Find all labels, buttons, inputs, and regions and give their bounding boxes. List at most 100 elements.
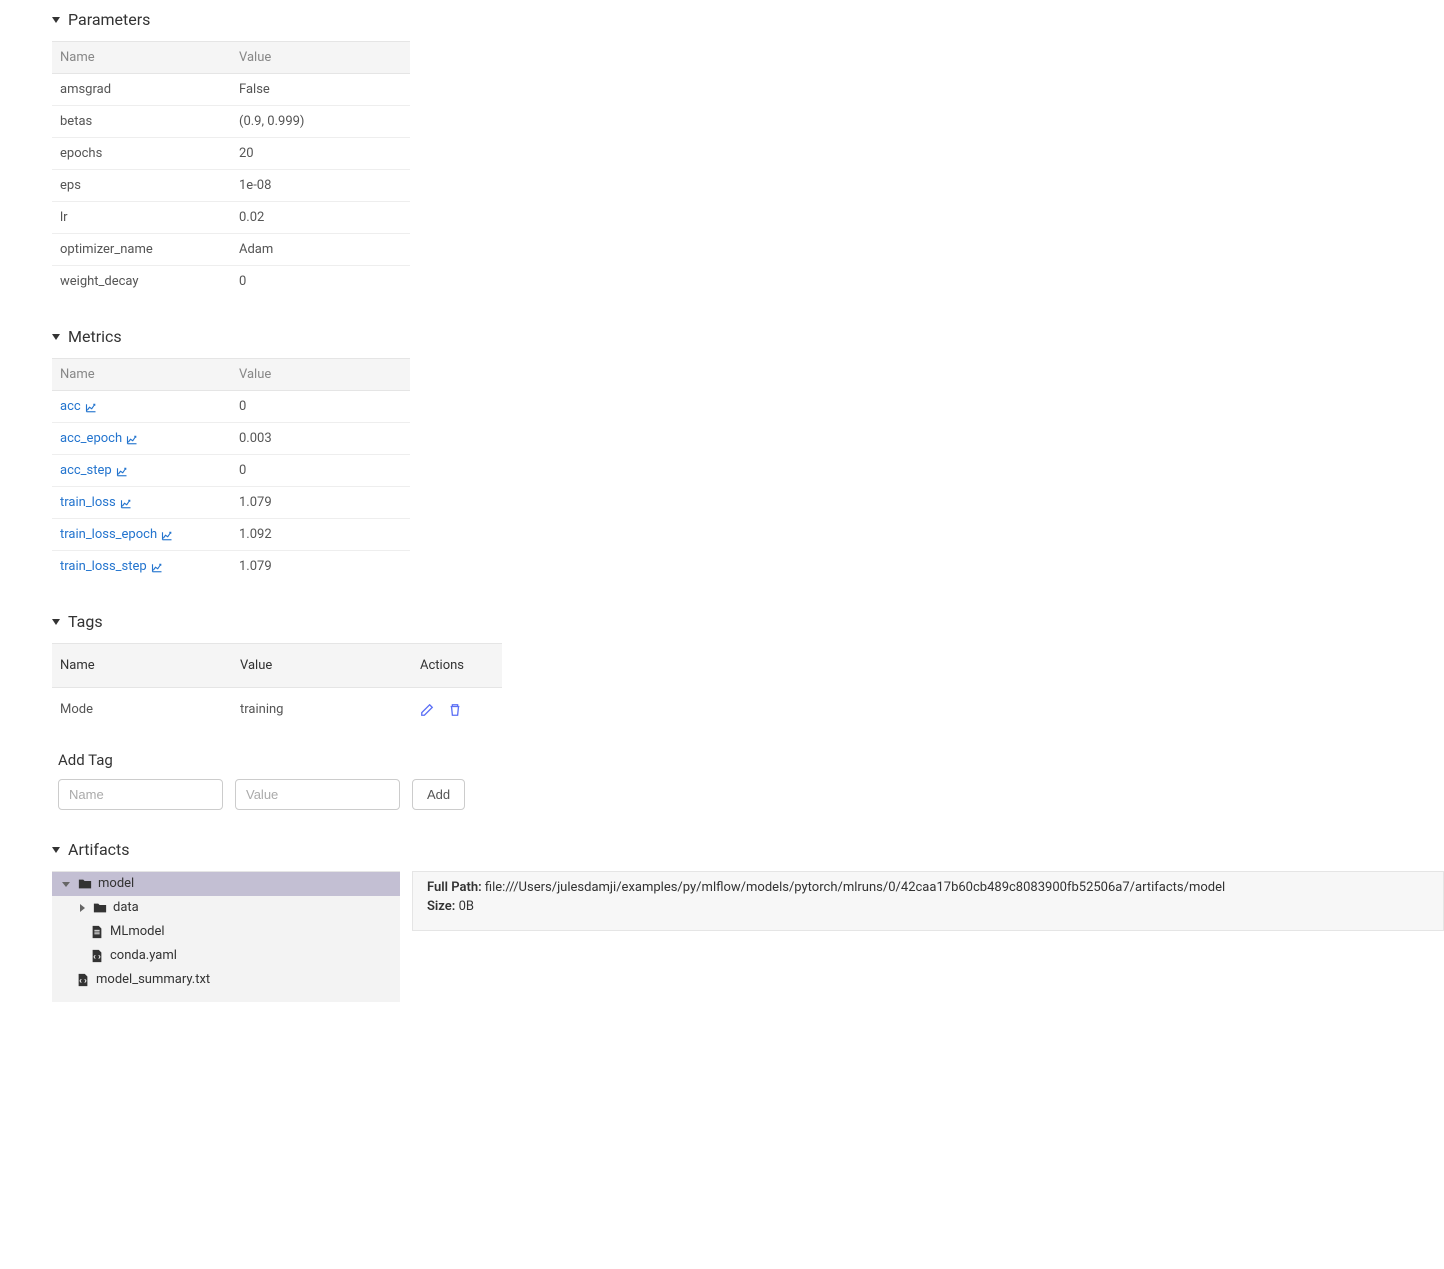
table-row: acc_epoch 0.003 [52,423,410,455]
size-value: 0B [459,899,474,914]
table-row: train_loss_step 1.079 [52,551,410,583]
metrics-section: Metrics Name Value acc0acc_epoch0.003acc… [52,327,1444,582]
tree-label: conda.yaml [110,946,177,966]
col-value: Value [232,644,412,688]
metrics-header[interactable]: Metrics [52,327,1444,346]
col-name: Name [52,42,231,74]
chart-icon[interactable] [151,562,163,572]
chart-icon[interactable] [116,466,128,476]
metric-value: 1.092 [231,519,410,551]
param-name: optimizer_name [52,234,231,266]
caret-down-icon [52,17,60,23]
tree-label: data [113,898,139,918]
table-row: optimizer_nameAdam [52,234,410,266]
metric-link[interactable]: train_loss [60,495,116,510]
tree-node-conda[interactable]: conda.yaml [52,944,400,968]
add-tag-button[interactable]: Add [412,779,465,810]
param-name: lr [52,202,231,234]
col-name: Name [52,359,231,391]
table-row: acc_step0 [52,455,410,487]
tree-node-model[interactable]: model [52,872,400,896]
metric-link[interactable]: acc_epoch [60,431,122,446]
caret-down-icon [52,334,60,340]
tree-label: model [98,874,134,894]
parameters-section: Parameters Name Value amsgradFalsebetas(… [52,10,1444,297]
param-value: 1e-08 [231,170,410,202]
param-value: 0.02 [231,202,410,234]
col-actions: Actions [412,644,502,688]
metric-value: 1.079 [231,551,410,583]
edit-icon[interactable] [420,703,434,717]
col-value: Value [231,359,410,391]
metrics-table: Name Value acc0acc_epoch0.003acc_step0tr… [52,358,410,582]
col-value: Value [231,42,410,74]
tag-name: Mode [52,688,232,732]
tags-section: Tags Name Value Actions Modetraining Add… [52,612,1444,810]
delete-icon[interactable] [448,703,462,717]
table-row: amsgradFalse [52,74,410,106]
param-value: (0.9, 0.999) [231,106,410,138]
tags-title: Tags [68,612,103,631]
folder-icon [78,877,92,891]
tree-node-summary[interactable]: model_summary.txt [52,968,400,992]
param-value: 0 [231,266,410,298]
tag-value: training [232,688,412,732]
table-row: train_loss 1.079 [52,487,410,519]
caret-down-icon [62,882,70,887]
table-row: acc 0 [52,391,410,423]
table-row: Modetraining [52,688,502,732]
tags-header[interactable]: Tags [52,612,1444,631]
folder-icon [93,901,107,915]
param-value: Adam [231,234,410,266]
artifact-details: Full Path: file:///Users/julesdamji/exam… [412,871,1444,931]
param-name: weight_decay [52,266,231,298]
tags-table: Name Value Actions Modetraining [52,643,502,731]
caret-down-icon [52,619,60,625]
col-name: Name [52,644,232,688]
param-name: epochs [52,138,231,170]
metric-value: 0 [231,391,410,423]
metric-link[interactable]: acc_step [60,463,112,478]
param-value: False [231,74,410,106]
tree-label: model_summary.txt [96,970,210,990]
add-tag-row: Add [58,779,1444,810]
metric-link[interactable]: acc [60,399,81,414]
size-label: Size: [427,899,455,914]
metric-link[interactable]: train_loss_step [60,559,147,574]
caret-down-icon [52,847,60,853]
chart-icon[interactable] [126,434,138,444]
tree-node-mlmodel[interactable]: MLmodel [52,920,400,944]
table-row: weight_decay0 [52,266,410,298]
caret-right-icon [80,904,85,912]
table-row: betas(0.9, 0.999) [52,106,410,138]
metric-value: 0.003 [231,423,410,455]
full-path-value: file:///Users/julesdamji/examples/py/mlf… [485,880,1225,895]
file-tree: model data MLmodel [52,871,400,1002]
chart-icon[interactable] [85,402,97,412]
parameters-table: Name Value amsgradFalsebetas(0.9, 0.999)… [52,41,410,297]
metric-link[interactable]: train_loss_epoch [60,527,157,542]
artifacts-panel: model data MLmodel [52,871,1444,1002]
param-name: betas [52,106,231,138]
metric-value: 1.079 [231,487,410,519]
param-name: amsgrad [52,74,231,106]
table-row: epochs20 [52,138,410,170]
tree-label: MLmodel [110,922,165,942]
parameters-header[interactable]: Parameters [52,10,1444,29]
file-icon [90,925,104,939]
chart-icon[interactable] [161,530,173,540]
param-name: eps [52,170,231,202]
param-value: 20 [231,138,410,170]
table-row: eps1e-08 [52,170,410,202]
code-file-icon [76,973,90,987]
tree-node-data[interactable]: data [52,896,400,920]
add-tag-label: Add Tag [58,751,1444,769]
tag-name-input[interactable] [58,779,223,810]
artifacts-title: Artifacts [68,840,130,859]
artifacts-section: Artifacts model data [52,840,1444,1002]
parameters-title: Parameters [68,10,150,29]
artifacts-header[interactable]: Artifacts [52,840,1444,859]
table-row: train_loss_epoch 1.092 [52,519,410,551]
chart-icon[interactable] [120,498,132,508]
tag-value-input[interactable] [235,779,400,810]
